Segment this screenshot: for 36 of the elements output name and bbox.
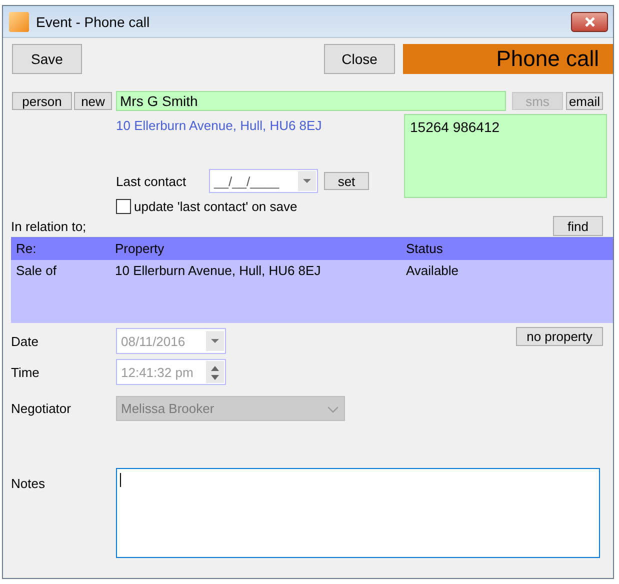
field-label: Time: [11, 364, 40, 380]
dropdown-icon: [303, 179, 311, 183]
column-header: Status: [405, 241, 444, 256]
table-cell-text: 10 Ellerburn Avenue, Hull, HU6 8EJ: [114, 263, 322, 278]
column-header: Property: [114, 241, 166, 256]
close-icon[interactable]: [571, 12, 608, 32]
email-button[interactable]: email: [566, 92, 603, 110]
date-picker[interactable]: __/__/____: [209, 169, 318, 193]
table-cell-text: Available: [405, 263, 460, 278]
checkbox-label: update 'last contact' on save: [134, 198, 298, 214]
person-button[interactable]: person: [12, 92, 72, 110]
section-label: In relation to;: [11, 218, 86, 234]
no-property-button[interactable]: no property: [516, 327, 603, 346]
field-label: Last contact: [116, 174, 188, 188]
table-cell-text: Sale of: [15, 263, 58, 278]
find-button[interactable]: find: [553, 216, 603, 236]
save-button[interactable]: Save: [12, 44, 82, 74]
field-label: Notes: [11, 476, 46, 491]
close-button[interactable]: Close: [324, 44, 395, 74]
dropdown-icon: [211, 339, 219, 343]
column-header: Re:: [15, 241, 38, 256]
spinner-arrows-icon: [210, 364, 220, 380]
new-button[interactable]: new: [74, 92, 112, 110]
phone-field[interactable]: 15264 986412: [404, 114, 607, 198]
field-label: Negotiator: [11, 401, 72, 416]
field-label: Date: [11, 334, 40, 348]
text-cursor: [120, 473, 121, 487]
chevron-down-icon: [328, 407, 338, 413]
event-type-banner: Phone call: [403, 44, 613, 74]
app-icon: [9, 12, 29, 32]
address-text: 10 Ellerburn Avenue, Hull, HU6 8EJ: [116, 118, 323, 133]
window-title: Event - Phone call: [36, 14, 150, 30]
checkbox[interactable]: [116, 198, 131, 214]
set-button[interactable]: set: [324, 172, 369, 190]
name-field[interactable]: Mrs G Smith: [116, 91, 506, 111]
notes-field[interactable]: [116, 468, 600, 558]
